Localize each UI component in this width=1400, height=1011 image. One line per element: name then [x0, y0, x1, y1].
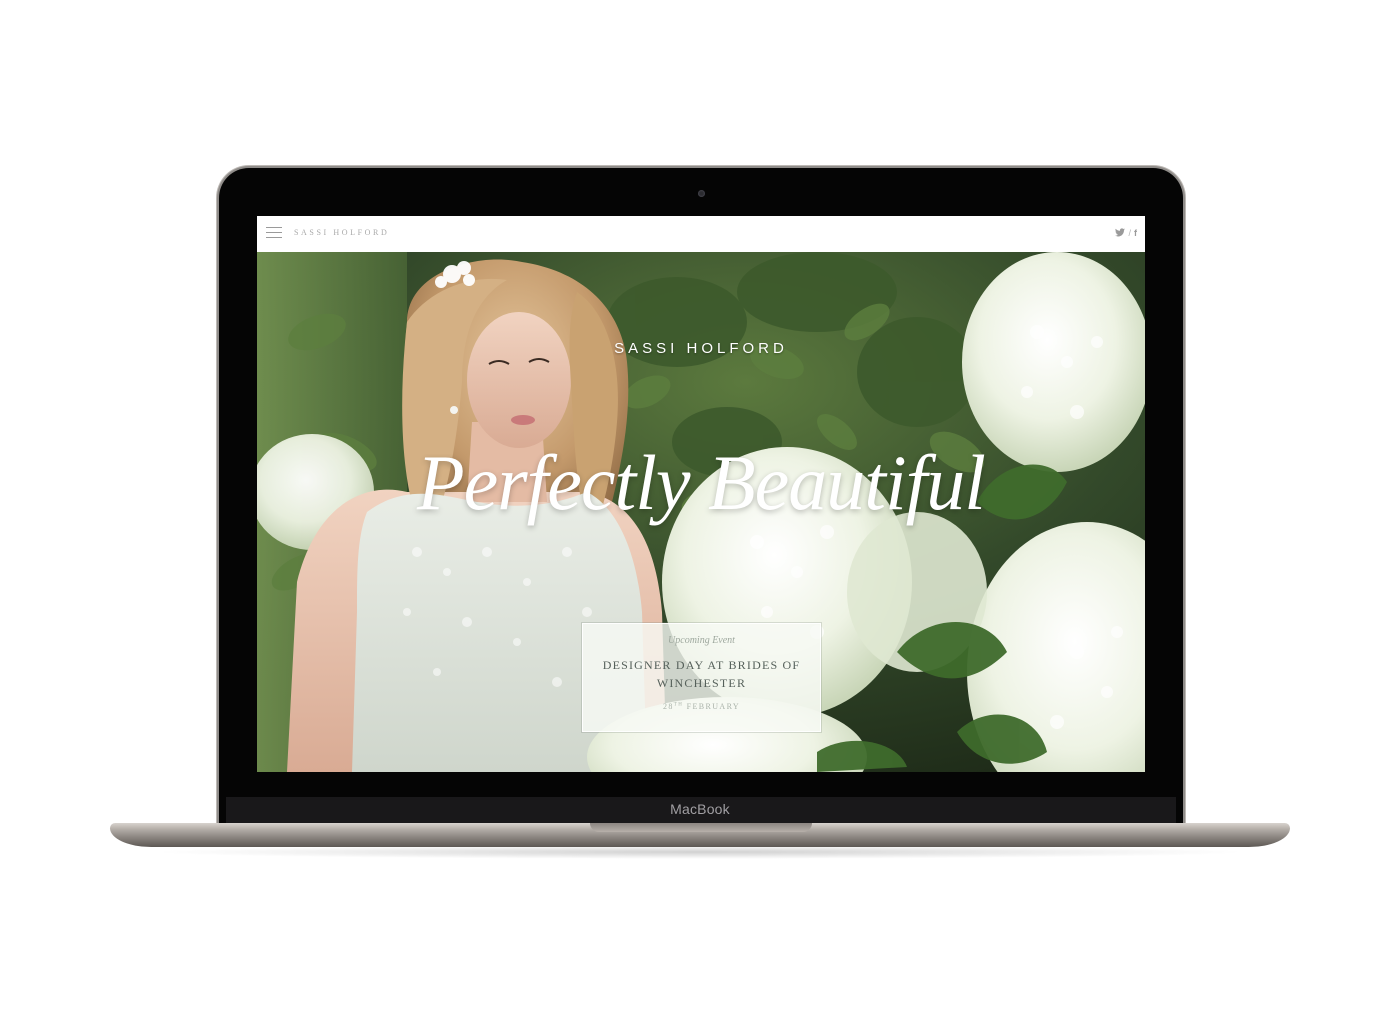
- upcoming-event-card[interactable]: Upcoming Event DESIGNER DAY AT BRIDES OF…: [582, 623, 821, 732]
- twitter-icon[interactable]: [1115, 227, 1126, 238]
- event-date-suffix: TH: [673, 702, 684, 708]
- laptop-base-notch: [590, 823, 812, 832]
- event-title: DESIGNER DAY AT BRIDES OF WINCHESTER: [602, 658, 801, 690]
- hero-section: SASSI HOLFORD Perfectly Beautiful Upcomi…: [257, 252, 1145, 772]
- event-date-day: 28: [662, 702, 674, 711]
- event-date-month: FEBRUARY: [686, 702, 741, 711]
- site-header: SASSI HOLFORD / f: [257, 216, 1145, 252]
- hero-title: Perfectly Beautiful: [417, 439, 986, 526]
- social-separator: /: [1128, 227, 1131, 238]
- webcam-icon: [698, 190, 705, 197]
- hamburger-menu-icon[interactable]: [266, 227, 282, 239]
- social-links: / f: [1115, 227, 1137, 241]
- hero-brand: SASSI HOLFORD: [614, 340, 788, 357]
- device-brand-label: MacBook: [670, 801, 730, 817]
- facebook-icon[interactable]: f: [1134, 228, 1137, 238]
- website-screen: SASSI HOLFORD / f SASSI HOLFORD Perfectl…: [257, 216, 1145, 772]
- laptop-shadow: [150, 845, 1250, 859]
- header-logo[interactable]: SASSI HOLFORD: [294, 228, 389, 237]
- product-mockup: SASSI HOLFORD / f SASSI HOLFORD Perfectl…: [0, 0, 1400, 1011]
- event-date: 28TH FEBRUARY: [583, 702, 820, 711]
- event-kicker: Upcoming Event: [668, 635, 735, 646]
